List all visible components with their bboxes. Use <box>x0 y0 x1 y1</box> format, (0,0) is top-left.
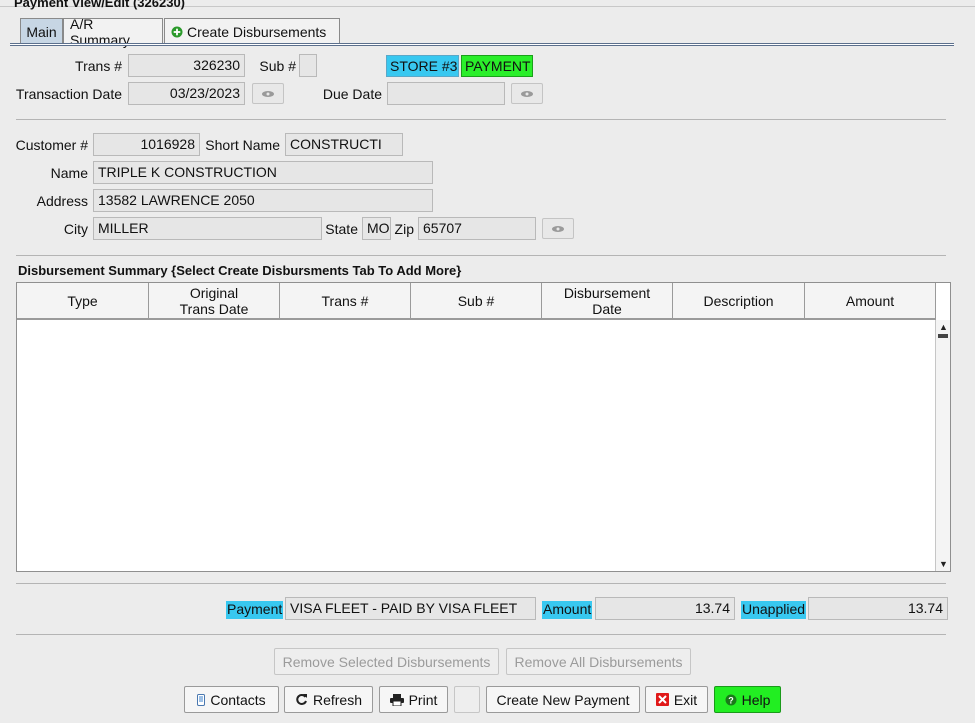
payment-type-badge: PAYMENT <box>461 55 533 77</box>
table-vertical-scrollbar[interactable]: ▲ ▼ <box>935 320 950 571</box>
city-label: City <box>63 221 88 237</box>
contacts-button-label: Contacts <box>210 691 266 708</box>
state-label: State <box>325 221 358 237</box>
remove-all-disbursements-button[interactable]: Remove All Disbursements <box>506 648 691 675</box>
column-header-original-trans-date[interactable]: Original Trans Date <box>149 283 280 318</box>
short-name-field[interactable]: CONSTRUCTI <box>285 133 403 156</box>
customer-number-field[interactable]: 1016928 <box>93 133 200 156</box>
column-header-type[interactable]: Type <box>17 283 149 318</box>
window-title: Payment View/Edit (326230) <box>14 0 186 10</box>
blank-button[interactable] <box>454 686 480 713</box>
tab-main[interactable]: Main <box>20 18 63 44</box>
state-field[interactable]: MO <box>362 217 391 240</box>
plus-circle-icon <box>171 26 183 38</box>
customer-number-label: Customer # <box>15 137 88 153</box>
trans-label: Trans # <box>75 58 122 74</box>
address-field[interactable]: 13582 LAWRENCE 2050 <box>93 189 433 212</box>
print-button-label: Print <box>408 691 438 708</box>
create-new-payment-label: Create New Payment <box>496 691 630 708</box>
amount-label: Amount <box>542 601 593 619</box>
exit-button[interactable]: Exit <box>645 686 708 713</box>
due-date-field[interactable] <box>387 82 505 105</box>
column-header-label: Original Trans Date <box>179 284 249 317</box>
eye-icon <box>551 225 565 233</box>
contacts-button[interactable]: Contacts <box>184 686 279 713</box>
refresh-icon <box>295 693 308 706</box>
exit-button-label: Exit <box>673 691 698 708</box>
help-button[interactable]: ? Help <box>714 686 781 713</box>
section-divider <box>16 583 946 584</box>
payment-method-field[interactable]: VISA FLEET - PAID BY VISA FLEET <box>285 597 536 620</box>
question-icon: ? <box>725 694 737 706</box>
payment-label: Payment <box>226 601 284 619</box>
city-field[interactable]: MILLER <box>93 217 322 240</box>
due-date-label: Due Date <box>322 86 382 102</box>
svg-text:?: ? <box>728 695 734 705</box>
column-header-label: Sub # <box>457 292 495 309</box>
short-name-label: Short Name <box>205 137 280 153</box>
transaction-date-label: Transaction Date <box>15 86 122 102</box>
sub-number-field[interactable] <box>299 54 317 77</box>
disbursement-summary-title: Disbursement Summary {Select Create Disb… <box>18 263 462 278</box>
transaction-date-picker-button[interactable] <box>252 83 284 104</box>
sub-label: Sub # <box>259 58 296 74</box>
help-button-label: Help <box>741 691 771 708</box>
disbursement-table[interactable]: Type Original Trans Date Trans # Sub # D… <box>16 282 951 572</box>
remove-selected-disbursements-button[interactable]: Remove Selected Disbursements <box>274 648 499 675</box>
refresh-button[interactable]: Refresh <box>284 686 373 713</box>
trans-number-field[interactable]: 326230 <box>128 54 245 77</box>
tab-ar-summary[interactable]: A/R Summary <box>63 16 163 48</box>
phone-icon <box>197 693 206 706</box>
close-x-icon <box>655 693 669 706</box>
column-header-label: Disbursement Date <box>563 284 651 317</box>
section-divider <box>16 119 946 120</box>
table-header: Type Original Trans Date Trans # Sub # D… <box>17 283 936 320</box>
column-header-amount[interactable]: Amount <box>805 283 936 318</box>
column-header-label: Trans # <box>321 292 369 309</box>
column-header-label: Type <box>67 292 98 309</box>
scroll-up-arrow-icon[interactable]: ▲ <box>939 322 948 332</box>
tab-create-disbursements-label: Create Disbursements <box>187 23 327 40</box>
zip-field[interactable]: 65707 <box>418 217 536 240</box>
eye-icon <box>520 90 534 98</box>
printer-icon <box>389 693 404 706</box>
unapplied-label: Unapplied <box>741 601 807 619</box>
scroll-down-arrow-icon[interactable]: ▼ <box>939 559 948 569</box>
section-divider <box>16 634 946 635</box>
customer-name-field[interactable]: TRIPLE K CONSTRUCTION <box>93 161 433 184</box>
column-header-label: Description <box>703 292 774 309</box>
column-header-trans-number[interactable]: Trans # <box>280 283 411 318</box>
section-divider <box>16 255 946 256</box>
amount-field[interactable]: 13.74 <box>595 597 735 620</box>
due-date-picker-button[interactable] <box>511 83 543 104</box>
eye-icon <box>261 90 275 98</box>
create-new-payment-button[interactable]: Create New Payment <box>486 686 640 713</box>
tab-create-disbursements[interactable]: Create Disbursements <box>164 18 340 44</box>
column-header-description[interactable]: Description <box>673 283 805 318</box>
column-header-label: Amount <box>845 292 895 309</box>
tab-underline <box>10 43 954 46</box>
zip-lookup-button[interactable] <box>542 218 574 239</box>
print-button[interactable]: Print <box>379 686 448 713</box>
store-badge: STORE #3 <box>386 55 459 77</box>
refresh-button-label: Refresh <box>312 691 363 708</box>
unapplied-field[interactable]: 13.74 <box>808 597 948 620</box>
column-header-disbursement-date[interactable]: Disbursement Date <box>542 283 673 318</box>
address-label: Address <box>36 193 88 209</box>
transaction-date-field[interactable]: 03/23/2023 <box>128 82 245 105</box>
zip-label: Zip <box>394 221 414 237</box>
scroll-thumb[interactable] <box>938 334 948 338</box>
column-header-sub-number[interactable]: Sub # <box>411 283 542 318</box>
tab-main-label: Main <box>26 23 57 40</box>
name-label: Name <box>50 165 88 181</box>
